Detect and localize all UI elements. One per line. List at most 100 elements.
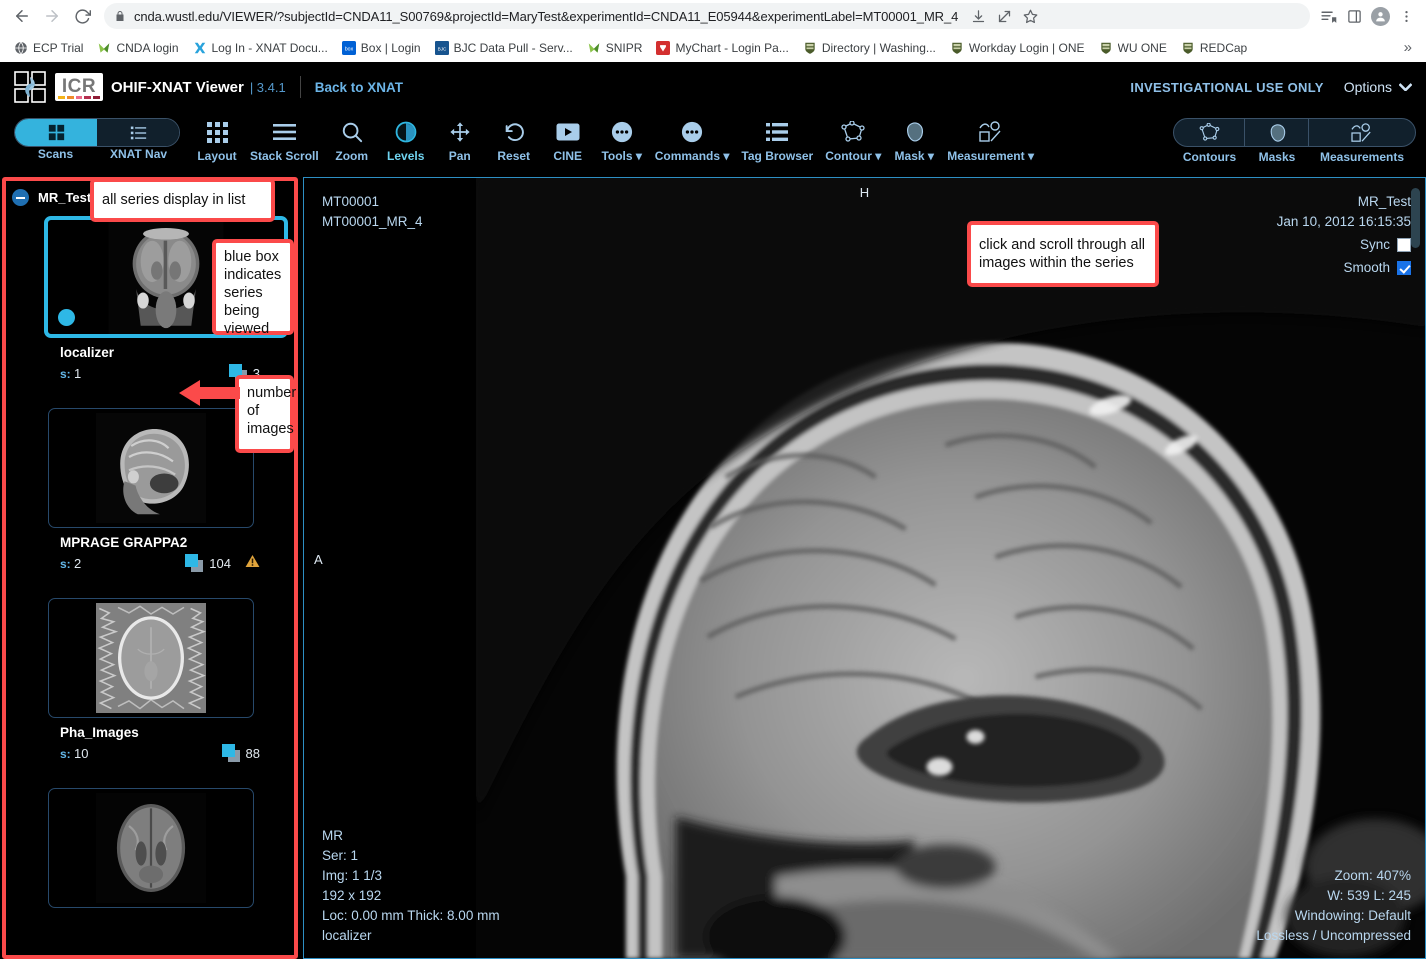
panel-contours-label: Contours	[1174, 150, 1245, 164]
download-icon[interactable]	[966, 4, 990, 28]
contour-label: Contour ▾	[825, 149, 881, 163]
series-thumbnail[interactable]	[48, 788, 254, 908]
profile-avatar-icon[interactable]	[1368, 4, 1392, 28]
active-series-dot	[58, 309, 75, 326]
view-mode-toggle[interactable]	[14, 118, 180, 147]
reading-list-icon[interactable]	[1316, 4, 1340, 28]
wustl-shield-icon	[1181, 41, 1195, 55]
bookmarks-bar: ECP Trial CNDA login Log In - XNAT Docu.…	[0, 32, 1426, 62]
bookmark-label: CNDA login	[116, 41, 178, 55]
minus-circle-icon[interactable]	[12, 189, 29, 206]
reload-icon[interactable]	[68, 2, 96, 30]
image-viewport[interactable]: H A MT00001 MT00001_MR_4 MR Ser: 1 Img: …	[303, 177, 1426, 959]
smooth-checkbox-row[interactable]: Smooth	[1277, 258, 1411, 278]
slice-location: Loc: 0.00 mm Thick: 8.00 mm	[322, 906, 500, 926]
image-count: 88	[222, 744, 260, 762]
study-datetime: Jan 10, 2012 16:15:35	[1277, 212, 1411, 232]
investigational-use-notice: INVESTIGATIONAL USE ONLY	[1130, 80, 1323, 95]
panel-toggle-masks[interactable]	[1245, 119, 1309, 146]
annotation-text: all series display in list	[102, 191, 245, 209]
sync-checkbox[interactable]	[1397, 238, 1411, 252]
back-arrow-icon[interactable]	[8, 2, 36, 30]
annotation-callout-image-count: number of images	[235, 375, 294, 453]
bookmark-item[interactable]: CNDA login	[91, 38, 184, 58]
zoom-level: Zoom: 407%	[1256, 866, 1411, 886]
panel-toggle-contours[interactable]	[1174, 119, 1245, 146]
lock-icon	[114, 10, 126, 22]
tools-menu-button[interactable]: Tools ▾	[595, 118, 649, 163]
sync-checkbox-row[interactable]: Sync	[1277, 235, 1411, 255]
panel-toggle-measurements[interactable]	[1309, 119, 1415, 146]
tab-scans[interactable]	[15, 119, 97, 146]
series-name: Pha_Images	[60, 725, 303, 740]
series-thumbnail[interactable]	[48, 598, 254, 718]
bookmark-item[interactable]: ECP Trial	[8, 38, 89, 58]
icr-logo-text: ICR	[62, 76, 96, 98]
mask-menu-button[interactable]: Mask ▾	[887, 118, 941, 163]
box-icon: box	[342, 41, 356, 55]
brand-logo-group[interactable]: ICR	[14, 71, 103, 103]
tag-browser-label: Tag Browser	[741, 149, 813, 163]
pan-button[interactable]: Pan	[433, 118, 487, 163]
zoom-label: Zoom	[335, 149, 368, 163]
viewport-scrollbar[interactable]	[1411, 188, 1420, 248]
bookmark-item[interactable]: Workday Login | ONE	[944, 38, 1091, 58]
chrome-menu-icon[interactable]	[1394, 4, 1418, 28]
reset-button[interactable]: Reset	[487, 118, 541, 163]
bookmark-star-icon[interactable]	[1018, 4, 1042, 28]
contour-menu-button[interactable]: Contour ▾	[819, 118, 887, 163]
tab-xnat-nav[interactable]	[97, 119, 179, 146]
list-lines-icon	[766, 118, 788, 146]
forward-arrow-icon[interactable]	[38, 2, 66, 30]
experiment-label: MT00001_MR_4	[322, 212, 423, 232]
bookmark-item[interactable]: BJC BJC Data Pull - Serv...	[429, 38, 579, 58]
stack-scroll-button[interactable]: Stack Scroll	[244, 118, 325, 163]
orientation-marker-top: H	[860, 185, 869, 200]
list-item[interactable]: Pha_Images s: 10 88	[0, 594, 303, 772]
bookmark-item[interactable]: Log In - XNAT Docu...	[187, 38, 334, 58]
bookmark-item[interactable]: Directory | Washing...	[797, 38, 942, 58]
bookmark-label: Workday Login | ONE	[969, 41, 1085, 55]
commands-menu-button[interactable]: Commands ▾	[649, 118, 736, 163]
window-level: W: 539 L: 245	[1256, 886, 1411, 906]
sagittal-brain-mri	[96, 409, 206, 527]
list-item[interactable]	[0, 784, 303, 918]
smooth-checkbox[interactable]	[1397, 261, 1411, 275]
measurement-menu-button[interactable]: Measurement ▾	[941, 118, 1040, 163]
back-to-xnat-link[interactable]: Back to XNAT	[315, 80, 403, 95]
bookmark-item[interactable]: SNIPR	[581, 38, 649, 58]
warning-icon[interactable]	[245, 554, 260, 572]
move-arrows-icon	[449, 118, 471, 146]
tag-browser-button[interactable]: Tag Browser	[735, 118, 819, 163]
right-panel-toggle-group[interactable]	[1173, 118, 1416, 147]
panel-masks-label: Masks	[1245, 150, 1309, 164]
cine-button[interactable]: CINE	[541, 118, 595, 163]
address-bar[interactable]: cnda.wustl.edu/VIEWER/?subjectId=CNDA11_…	[104, 3, 1310, 29]
options-menu-button[interactable]: Options	[1344, 79, 1412, 95]
bookmark-item[interactable]: box Box | Login	[336, 38, 427, 58]
series-meta: MPRAGE GRAPPA2 s: 2 104	[0, 528, 303, 572]
share-icon[interactable]	[992, 4, 1016, 28]
annotation-callout-scroll: click and scroll through all images with…	[967, 221, 1159, 287]
ellipsis-circle-icon	[611, 118, 633, 146]
layout-button[interactable]: Layout	[190, 118, 244, 163]
bookmark-label: Box | Login	[361, 41, 421, 55]
main-content: MR_Test	[0, 177, 1426, 959]
bookmark-item[interactable]: WU ONE	[1093, 38, 1173, 58]
series-thumbnail[interactable]	[48, 408, 254, 528]
reset-label: Reset	[497, 149, 530, 163]
measurement-label: Measurement ▾	[947, 149, 1034, 163]
image-count-value: 88	[246, 746, 260, 761]
contrast-circle-icon	[395, 118, 417, 146]
levels-button[interactable]: Levels	[379, 118, 433, 163]
bookmark-item[interactable]: MyChart - Login Pa...	[650, 38, 794, 58]
stack-icon	[185, 554, 203, 572]
bookmark-item[interactable]: REDCap	[1175, 38, 1253, 58]
bookmarks-overflow-button[interactable]: »	[1398, 39, 1418, 56]
page-title: OHIF-XNAT Viewer	[111, 79, 244, 96]
side-panel-icon[interactable]	[1342, 4, 1366, 28]
orientation-marker-left: A	[314, 552, 323, 567]
dicom-image-canvas[interactable]	[476, 178, 1425, 958]
zoom-button[interactable]: Zoom	[325, 118, 379, 163]
bookmark-label: ECP Trial	[33, 41, 83, 55]
